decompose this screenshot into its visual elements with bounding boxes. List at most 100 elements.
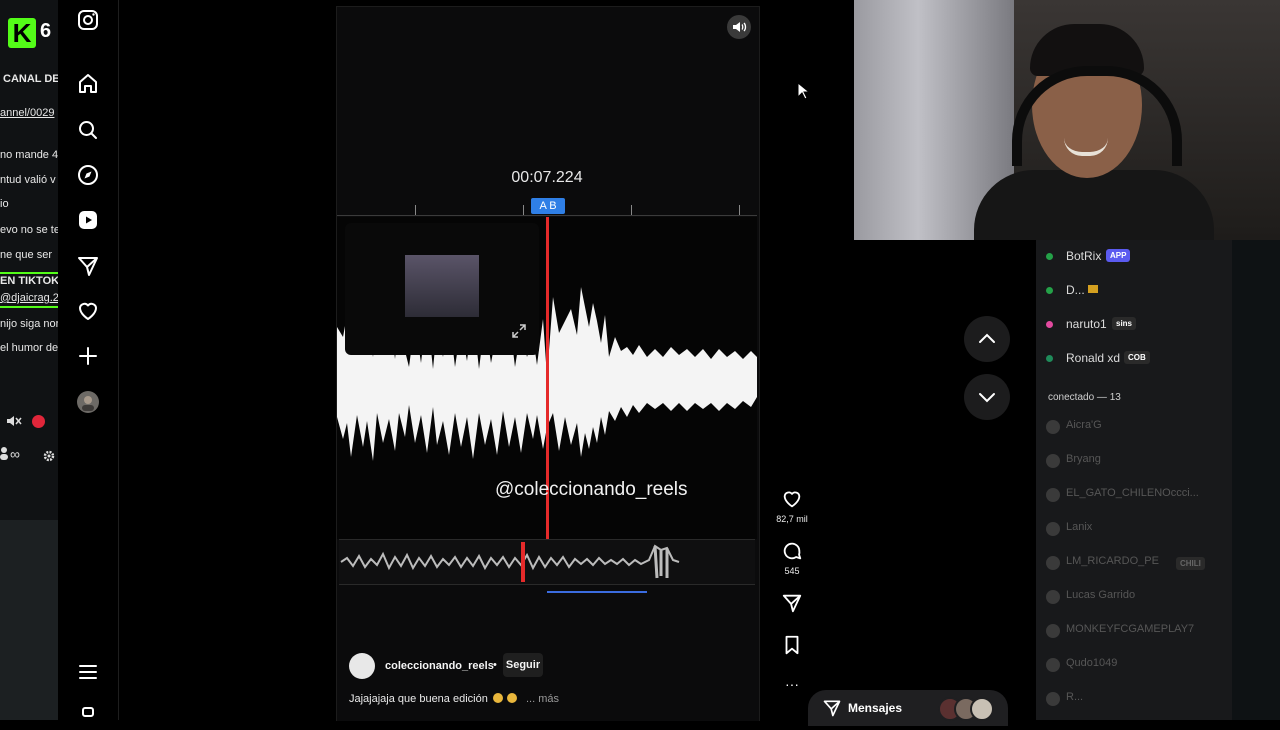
overlay-text-line: nijo siga nor [0, 318, 58, 330]
audio-waveform: @coleccionando_reels [337, 217, 757, 539]
member-avatar [1046, 590, 1060, 604]
waveform-overview[interactable] [339, 539, 755, 585]
chat-member[interactable]: Lanix [1066, 521, 1092, 533]
comment-icon [783, 542, 802, 560]
messages-bar[interactable]: Mensajes [808, 690, 1008, 726]
comment-count: 545 [784, 566, 800, 576]
messages-label: Mensajes [848, 701, 903, 715]
create-icon[interactable] [76, 344, 100, 368]
save-button[interactable] [780, 634, 804, 656]
chat-member[interactable]: LM_RICARDO_PE [1066, 555, 1159, 567]
profile-icon[interactable] [76, 390, 100, 414]
share-icon [782, 594, 802, 613]
overlay-text-line: el humor de [0, 342, 58, 354]
video-progress-bar[interactable] [547, 591, 647, 593]
chat-user-list: BotRix APP D... naruto1 sins Ronald xd C… [1036, 240, 1232, 720]
thumbnail-image [405, 255, 479, 317]
chat-member[interactable]: EL_GATO_CHILENOccci... [1066, 487, 1199, 499]
video-watermark: @coleccionando_reels [495, 479, 688, 500]
muted-speaker-icon[interactable] [6, 414, 22, 428]
more-options-button[interactable]: ··· [780, 676, 804, 692]
chat-member[interactable]: Aicra'G [1066, 419, 1102, 431]
chat-member[interactable]: MONKEYFCGAMEPLAY7 [1066, 623, 1194, 635]
stream-video-thumbnail [0, 520, 58, 720]
ruler-tick [523, 205, 524, 215]
playback-timestamp: 00:07.224 [511, 169, 583, 186]
chat-member[interactable]: R... [1066, 691, 1083, 703]
message-avatar [970, 697, 994, 721]
overlay-text-line: @djaicrag.26 [0, 292, 58, 304]
overlay-divider [0, 272, 58, 274]
online-status-icon [1046, 355, 1053, 362]
overlay-text-line: CANAL DE [3, 73, 58, 85]
author-username[interactable]: coleccionando_reels [385, 660, 494, 672]
instagram-icon[interactable] [76, 8, 100, 32]
mouse-cursor-icon [797, 81, 811, 100]
ruler-tick [631, 205, 632, 215]
streamer-body [974, 170, 1214, 240]
overlay-text-line: ne que ser [0, 249, 52, 261]
overlay-text-line: no mande 4 [0, 149, 58, 161]
app-badge: APP [1106, 249, 1131, 262]
chat-member[interactable]: Lucas Garrido [1066, 589, 1135, 601]
chat-section-heading: conectado — 13 [1048, 392, 1121, 403]
caption-text: Jajajajaja que buena edición [349, 693, 488, 705]
overlay-text-line: ntud valió v [0, 174, 56, 186]
home-icon[interactable] [76, 72, 100, 96]
kick-logo: K 6 [8, 18, 56, 50]
infinity-icon: ∞ [10, 446, 20, 462]
kick-logo-number: 6 [40, 20, 52, 42]
member-avatar [1046, 454, 1060, 468]
ruler-tick [415, 205, 416, 215]
overlay-text-line: io [0, 198, 9, 210]
crown-icon [1088, 285, 1098, 293]
overlay-text-line: evo no se te [0, 224, 58, 236]
explore-icon[interactable] [76, 163, 100, 187]
chat-member[interactable]: Bryang [1066, 453, 1101, 465]
settings-gear-icon[interactable] [43, 449, 55, 462]
overlay-text-line: annel/0029 [0, 107, 55, 119]
member-avatar [1046, 692, 1060, 706]
reel-player[interactable]: 00:07.224 A B @coleccionando_reels colec… [336, 6, 760, 721]
chat-username: Ronald xd [1066, 351, 1121, 365]
messages-icon[interactable] [76, 254, 100, 278]
heart-icon [783, 491, 801, 508]
chat-username: D... [1066, 283, 1085, 297]
next-reel-button[interactable] [964, 374, 1010, 420]
member-badge: CHILI [1176, 557, 1205, 570]
caption-more-link[interactable]: ... más [526, 693, 559, 705]
volume-button[interactable] [727, 15, 751, 39]
share-button[interactable] [780, 592, 804, 614]
separator-dot: • [493, 659, 497, 671]
stream-side-video [1232, 240, 1280, 720]
chat-username: naruto1 [1066, 317, 1107, 331]
member-avatar [1046, 420, 1060, 434]
member-avatar [1046, 522, 1060, 536]
chat-member[interactable]: Qudo1049 [1066, 657, 1117, 669]
author-avatar[interactable] [349, 653, 375, 679]
comment-button[interactable] [780, 540, 804, 562]
threads-icon[interactable] [76, 706, 100, 730]
search-icon[interactable] [76, 118, 100, 142]
notifications-icon[interactable] [76, 299, 100, 323]
overlay-text-line: EN TIKTOK [0, 275, 58, 287]
follow-button[interactable]: Seguir [503, 653, 543, 677]
chevron-up-icon [979, 333, 995, 343]
stream-overlay-panel: K 6 CANAL DE annel/0029 no mande 4 ntud … [0, 0, 58, 720]
emoji-icon [506, 693, 517, 703]
expand-icon[interactable] [511, 323, 527, 339]
menu-icon[interactable] [76, 660, 100, 684]
member-avatar [1046, 658, 1060, 672]
previous-reel-button[interactable] [964, 316, 1010, 362]
like-count: 82,7 mil [776, 514, 808, 524]
like-button[interactable] [780, 488, 804, 510]
member-avatar [1046, 556, 1060, 570]
overlay-divider [0, 306, 58, 308]
people-icon [0, 446, 8, 460]
record-icon[interactable] [32, 415, 45, 428]
reels-icon[interactable] [76, 208, 100, 232]
video-thumbnail-preview[interactable] [345, 223, 539, 355]
ab-loop-marker[interactable]: A B [531, 198, 565, 214]
reel-caption: Jajajajaja que buena edición ... más [349, 693, 559, 705]
emoji-icon [492, 693, 503, 703]
